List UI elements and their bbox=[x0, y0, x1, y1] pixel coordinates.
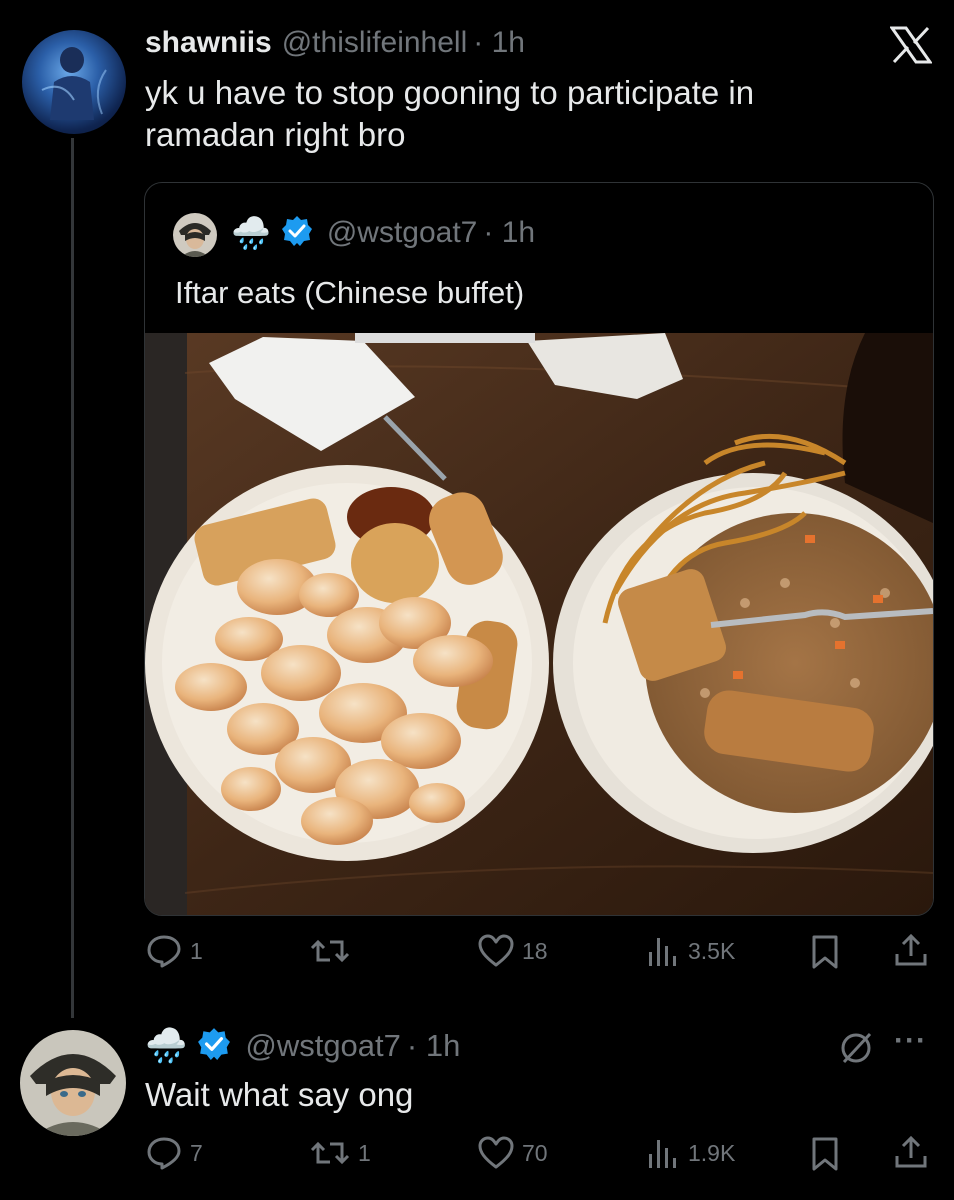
share-button[interactable] bbox=[894, 932, 928, 968]
food-photo-illustration bbox=[145, 333, 933, 915]
reply-like-count: 70 bbox=[522, 1139, 548, 1166]
reply-button[interactable]: 1 bbox=[146, 934, 203, 968]
reply-share-button[interactable] bbox=[894, 1134, 928, 1170]
bookmark-icon bbox=[812, 1137, 838, 1171]
repost-button[interactable] bbox=[310, 934, 358, 968]
views-button[interactable]: 3.5K bbox=[646, 934, 735, 968]
bookmark-button[interactable] bbox=[810, 934, 840, 970]
quoted-post-text: Iftar eats (Chinese buffet) bbox=[175, 275, 525, 310]
author-name[interactable]: shawniis bbox=[145, 26, 272, 60]
thread-connector-line bbox=[71, 138, 74, 1018]
like-count: 18 bbox=[522, 937, 548, 964]
heart-icon bbox=[478, 1136, 514, 1169]
reply-reply-button[interactable]: 7 bbox=[146, 1136, 203, 1170]
analytics-bars-icon bbox=[649, 1140, 676, 1168]
repost-icon bbox=[310, 1141, 350, 1165]
reply-author-name[interactable]: 🌧️ bbox=[145, 1026, 187, 1066]
reply-time[interactable]: · 1h bbox=[407, 1028, 460, 1064]
reply-icon bbox=[147, 935, 181, 968]
author-handle[interactable]: @thislifeinhell bbox=[282, 26, 468, 60]
post-text: yk u have to stop gooning to participate… bbox=[145, 72, 905, 156]
reply-header: 🌧️ @wstgoat7 · 1h bbox=[145, 1020, 460, 1072]
reply-repost-button[interactable]: 1 bbox=[310, 1136, 371, 1170]
more-options-button[interactable]: ··· bbox=[894, 1024, 927, 1058]
reply-like-button[interactable]: 70 bbox=[478, 1136, 548, 1170]
avatar-figure-icon bbox=[41, 47, 107, 120]
views-count: 3.5K bbox=[688, 937, 736, 964]
grok-icon[interactable] bbox=[838, 1030, 874, 1071]
quoted-post-card[interactable]: 🌧️ @wstgoat7 · 1h Iftar eats (Chinese bu… bbox=[144, 182, 934, 916]
post-text-line-2: ramadan right bro bbox=[145, 116, 406, 153]
x-logo-icon[interactable] bbox=[889, 26, 933, 69]
post-header: shawniis @thislifeinhell · 1h bbox=[145, 26, 525, 66]
analytics-bars-icon bbox=[649, 938, 676, 966]
share-icon bbox=[895, 1135, 927, 1168]
reply-repost-count: 1 bbox=[358, 1139, 371, 1166]
quoted-author-handle[interactable]: @wstgoat7 bbox=[327, 216, 478, 250]
reply-author-avatar[interactable] bbox=[20, 1030, 126, 1136]
quoted-author-name[interactable]: 🌧️ bbox=[231, 214, 271, 252]
quoted-post-time[interactable]: · 1h bbox=[483, 216, 535, 250]
reply-text: Wait what say ong bbox=[145, 1076, 414, 1113]
verified-badge-icon bbox=[197, 1027, 231, 1066]
reply-views-button[interactable]: 1.9K bbox=[646, 1136, 735, 1170]
repost-icon bbox=[310, 939, 350, 963]
quoted-author-avatar[interactable] bbox=[173, 213, 217, 257]
bookmark-icon bbox=[812, 935, 838, 969]
reply-icon bbox=[147, 1137, 181, 1170]
reply-author-handle[interactable]: @wstgoat7 bbox=[245, 1028, 401, 1064]
avatar-character-icon bbox=[30, 1054, 116, 1136]
post-time[interactable]: · 1h bbox=[473, 26, 525, 60]
share-icon bbox=[895, 933, 927, 966]
heart-icon bbox=[478, 934, 514, 967]
author-avatar[interactable] bbox=[22, 30, 126, 134]
like-button[interactable]: 18 bbox=[478, 934, 548, 968]
reply-reply-count: 7 bbox=[190, 1139, 203, 1166]
reply-count: 1 bbox=[190, 937, 203, 964]
quoted-post-image[interactable] bbox=[145, 333, 933, 915]
reply-views-count: 1.9K bbox=[688, 1139, 736, 1166]
reply-bookmark-button[interactable] bbox=[810, 1136, 840, 1172]
post-text-line-1: yk u have to stop gooning to participate… bbox=[145, 74, 755, 111]
verified-badge-icon bbox=[281, 215, 313, 252]
avatar-character-icon bbox=[179, 223, 211, 257]
quoted-post-header: 🌧️ @wstgoat7 · 1h bbox=[231, 207, 535, 259]
